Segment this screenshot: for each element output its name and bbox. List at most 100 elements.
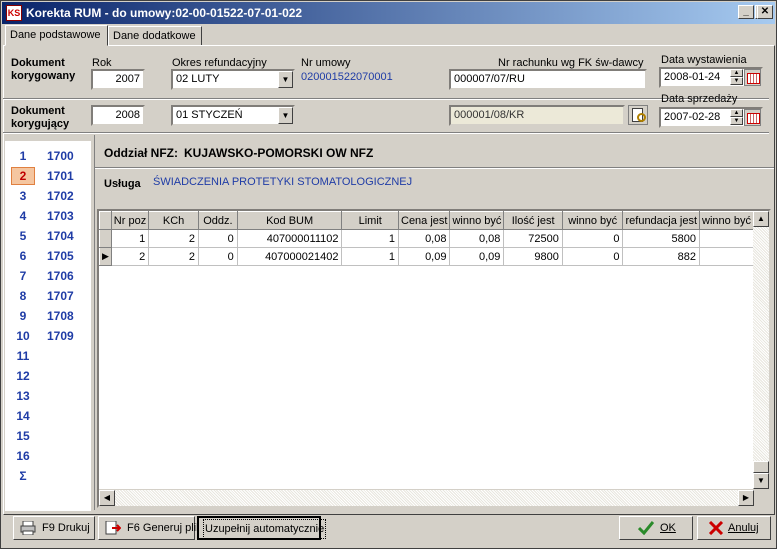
autofill-button[interactable]: Uzupełnij automatycznie bbox=[197, 516, 327, 540]
ok-button[interactable]: OK bbox=[619, 516, 693, 540]
rok-korygowany-field[interactable]: 2007 bbox=[91, 69, 145, 90]
data-sprzedazy-field[interactable]: 2007-02-28 ▲ ▼ bbox=[659, 107, 763, 128]
table-cell[interactable]: 0 bbox=[561, 229, 624, 248]
nav-item[interactable]: 16 bbox=[5, 447, 91, 467]
table-cell[interactable]: 0 bbox=[197, 229, 238, 248]
document-lookup-icon[interactable] bbox=[628, 105, 648, 125]
table-cell[interactable]: 0,08 bbox=[449, 229, 505, 248]
generate-file-button[interactable]: F6 Generuj plik bbox=[98, 516, 202, 540]
nav-item-number: 15 bbox=[16, 429, 30, 443]
table-cell[interactable]: 0,08 bbox=[397, 229, 451, 248]
nav-item[interactable]: 6 1705 bbox=[5, 247, 91, 267]
nav-item[interactable]: 3 1702 bbox=[5, 187, 91, 207]
table-cell[interactable]: 2 bbox=[110, 247, 150, 266]
nav-item[interactable]: 13 bbox=[5, 387, 91, 407]
spin-up-icon[interactable]: ▲ bbox=[730, 109, 743, 117]
table-cell[interactable]: 5800 bbox=[622, 229, 701, 248]
table-cell[interactable] bbox=[699, 229, 754, 248]
nav-item[interactable]: 4 1703 bbox=[5, 207, 91, 227]
data-sprzedazy-label: Data sprzedaży bbox=[661, 93, 738, 105]
chevron-down-icon[interactable]: ▼ bbox=[278, 107, 293, 124]
nr-rachunku-label: Nr rachunku wg FK św-dawcy bbox=[498, 57, 644, 69]
col-refundacja-winno-byc[interactable]: winno być bbox=[699, 211, 754, 230]
row-indicator[interactable] bbox=[99, 229, 112, 248]
spin-down-icon[interactable]: ▼ bbox=[730, 77, 743, 85]
table-cell[interactable]: 0 bbox=[561, 247, 624, 266]
table-row[interactable]: ▶ 2 2 0 407000021402 1 0,09 0,09 9800 0 882 bbox=[99, 247, 754, 266]
title-bar[interactable]: KS Korekta RUM - do umowy:02-00-01522-07… bbox=[2, 2, 775, 24]
nav-item[interactable]: 11 bbox=[5, 347, 91, 367]
col-kod-bum[interactable]: Kod BUM bbox=[236, 211, 343, 230]
cancel-x-icon bbox=[708, 520, 724, 536]
scroll-down-icon[interactable]: ▼ bbox=[753, 473, 769, 489]
print-button[interactable]: F9 Drukuj bbox=[13, 516, 95, 540]
table-cell[interactable]: 1 bbox=[110, 229, 150, 248]
data-grid[interactable]: Nr poz KCh Oddz. Kod BUM Limit Cena jest… bbox=[97, 209, 771, 508]
date-spinner[interactable]: ▲ ▼ bbox=[730, 69, 743, 86]
current-row-indicator-icon[interactable]: ▶ bbox=[99, 247, 112, 266]
table-cell[interactable]: 1 bbox=[341, 247, 399, 266]
scroll-right-icon[interactable]: ▶ bbox=[738, 490, 754, 506]
col-oddz[interactable]: Oddz. bbox=[197, 211, 238, 230]
scroll-left-icon[interactable]: ◀ bbox=[99, 490, 115, 506]
table-cell[interactable] bbox=[699, 247, 754, 266]
nav-item[interactable]: 1 1700 bbox=[5, 147, 91, 167]
nav-item-code: 1707 bbox=[47, 289, 74, 303]
col-refundacja-jest[interactable]: refundacja jest bbox=[622, 211, 701, 230]
row-indicator-header bbox=[99, 211, 112, 230]
cancel-button[interactable]: Anuluj bbox=[697, 516, 771, 540]
date-spinner[interactable]: ▲ ▼ bbox=[730, 109, 743, 126]
nav-item-number: 12 bbox=[16, 369, 30, 383]
oddzial-value: KUJAWSKO-POMORSKI OW NFZ bbox=[184, 146, 374, 160]
table-cell[interactable]: 882 bbox=[622, 247, 701, 266]
rok-korygujacy-field[interactable]: 2008 bbox=[91, 105, 145, 126]
nav-item-code: 1709 bbox=[47, 329, 74, 343]
col-ilosc-jest[interactable]: Ilość jest bbox=[503, 211, 563, 230]
table-cell[interactable]: 2 bbox=[148, 229, 199, 248]
col-kch[interactable]: KCh bbox=[148, 211, 199, 230]
nav-item[interactable]: 8 1707 bbox=[5, 287, 91, 307]
data-wystawienia-field[interactable]: 2008-01-24 ▲ ▼ bbox=[659, 67, 763, 88]
spin-up-icon[interactable]: ▲ bbox=[730, 69, 743, 77]
table-cell[interactable]: 2 bbox=[148, 247, 199, 266]
nav-item[interactable]: 7 1706 bbox=[5, 267, 91, 287]
scroll-thumb[interactable] bbox=[753, 461, 769, 473]
calendar-icon[interactable] bbox=[744, 69, 761, 86]
table-cell[interactable]: 407000021402 bbox=[236, 247, 343, 266]
col-nr-poz[interactable]: Nr poz bbox=[110, 211, 150, 230]
table-cell[interactable]: 72500 bbox=[503, 229, 563, 248]
nav-item[interactable]: 5 1704 bbox=[5, 227, 91, 247]
tab-dane-podstawowe[interactable]: Dane podstawowe bbox=[5, 25, 108, 46]
tab-dane-dodatkowe[interactable]: Dane dodatkowe bbox=[108, 26, 202, 46]
table-cell[interactable]: 1 bbox=[341, 229, 399, 248]
okres-korygowany-select[interactable]: 02 LUTY ▼ bbox=[171, 69, 295, 90]
col-limit[interactable]: Limit bbox=[341, 211, 399, 230]
grid-horizontal-scrollbar[interactable]: ◀ ▶ bbox=[99, 490, 754, 506]
col-cena-jest[interactable]: Cena jest bbox=[397, 211, 451, 230]
table-cell[interactable]: 9800 bbox=[503, 247, 563, 266]
col-cena-winno-byc[interactable]: winno być bbox=[449, 211, 505, 230]
col-ilosc-winno-byc[interactable]: winno być bbox=[561, 211, 624, 230]
nav-item[interactable]: 9 1708 bbox=[5, 307, 91, 327]
okres-korygowany-value: 02 LUTY bbox=[176, 73, 220, 85]
table-row[interactable]: 1 2 0 407000011102 1 0,08 0,08 72500 0 5800 bbox=[99, 229, 754, 248]
table-cell[interactable]: 0,09 bbox=[397, 247, 451, 266]
nav-item[interactable]: 14 bbox=[5, 407, 91, 427]
table-cell[interactable]: 407000011102 bbox=[236, 229, 343, 248]
scroll-up-icon[interactable]: ▲ bbox=[753, 211, 769, 227]
chevron-down-icon[interactable]: ▼ bbox=[278, 71, 293, 88]
close-icon[interactable]: ✕ bbox=[757, 5, 773, 19]
okres-korygujacy-select[interactable]: 01 STYCZEŃ ▼ bbox=[171, 105, 295, 126]
calendar-icon[interactable] bbox=[744, 109, 761, 126]
nav-item[interactable]: Σ bbox=[5, 467, 91, 487]
spin-down-icon[interactable]: ▼ bbox=[730, 117, 743, 125]
nav-item[interactable]: 12 bbox=[5, 367, 91, 387]
minimize-icon[interactable]: _ bbox=[738, 5, 754, 19]
grid-vertical-scrollbar[interactable]: ▲ ▼ bbox=[753, 211, 769, 489]
nav-item[interactable]: 2 1701 bbox=[5, 167, 91, 187]
table-cell[interactable]: 0,09 bbox=[449, 247, 505, 266]
nav-item[interactable]: 10 1709 bbox=[5, 327, 91, 347]
nr-rachunku-korygowany-field[interactable]: 000007/07/RU bbox=[449, 69, 647, 90]
nav-item[interactable]: 15 bbox=[5, 427, 91, 447]
table-cell[interactable]: 0 bbox=[197, 247, 238, 266]
